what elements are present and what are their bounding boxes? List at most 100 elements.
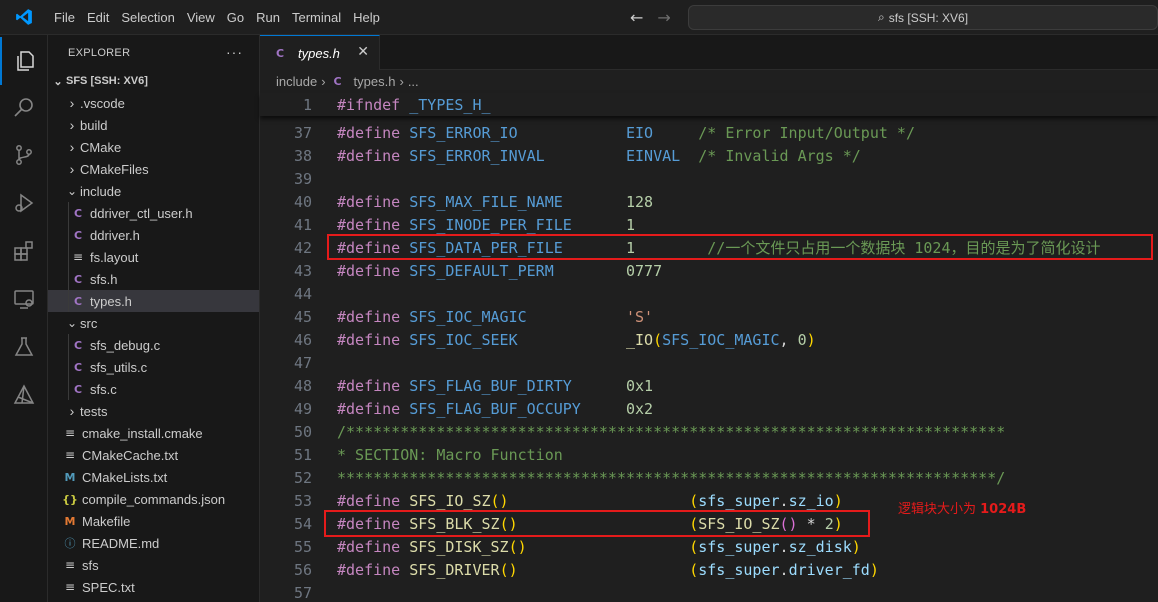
chevron-down-icon: ⌄: [66, 184, 78, 198]
tree-file[interactable]: Csfs_utils.c: [48, 356, 259, 378]
code-token: #define: [337, 560, 401, 579]
code-line[interactable]: 38 #define SFS_ERROR_INVAL EINVAL /* Inva…: [260, 144, 1158, 167]
breadcrumb-folder[interactable]: include: [276, 74, 317, 89]
file-tree: › .vscode › build › CMake › CMakeFiles ⌄ include C…: [48, 92, 259, 598]
tree-file[interactable]: ≡ CMakeCache.txt: [48, 444, 259, 466]
code-token: sz_io: [788, 491, 834, 510]
tree-file[interactable]: Cddriver.h: [48, 224, 259, 246]
code-line[interactable]: 50 /*************************************…: [260, 420, 1158, 443]
tree-file[interactable]: Csfs_debug.c: [48, 334, 259, 356]
tree-file[interactable]: Ctypes.h: [48, 290, 259, 312]
remote-explorer-icon[interactable]: [0, 275, 48, 323]
command-center-search[interactable]: ⌕ sfs [SSH: XV6]: [688, 5, 1158, 30]
menu-help[interactable]: Help: [347, 0, 386, 35]
line-source: #define SFS_IOC_SEEK _IO(SFS_IOC_MAGIC, …: [337, 331, 816, 349]
tree-folder[interactable]: › CMake: [48, 136, 259, 158]
breadcrumb-file[interactable]: types.h: [354, 74, 396, 89]
code-line[interactable]: 44: [260, 282, 1158, 305]
tree-file[interactable]: ≡ sfs: [48, 554, 259, 576]
info-icon: ⓘ: [64, 537, 76, 550]
tree-file[interactable]: Csfs.h: [48, 268, 259, 290]
tree-folder[interactable]: › CMakeFiles: [48, 158, 259, 180]
line-number: 49: [293, 399, 312, 418]
breadcrumb: include › C types.h › ...: [260, 70, 1158, 92]
tab-types-h[interactable]: C types.h ✕: [260, 35, 380, 70]
testing-icon[interactable]: [0, 323, 48, 371]
tree-file[interactable]: M Makefile: [48, 510, 259, 532]
sticky-scroll-line[interactable]: 1 #ifndef _TYPES_H_: [260, 93, 1158, 116]
menu-file[interactable]: File: [48, 0, 81, 35]
code-token: SFS_MAX_FILE_NAME: [409, 192, 563, 211]
menu-run[interactable]: Run: [250, 0, 286, 35]
tree-item-label: SPEC.txt: [82, 579, 135, 595]
code-line[interactable]: 37 #define SFS_ERROR_IO EIO /* Error Inpu…: [260, 121, 1158, 144]
menu-go[interactable]: Go: [221, 0, 250, 35]
tree-file[interactable]: M CMakeLists.txt: [48, 466, 259, 488]
code-token: sfs_super: [698, 560, 780, 579]
code-token: _TYPES_H_: [409, 95, 491, 114]
code-line[interactable]: 51 * SECTION: Macro Function: [260, 443, 1158, 466]
tree-file[interactable]: ≡ fs.layout: [48, 246, 259, 268]
code-line[interactable]: 49 #define SFS_FLAG_BUF_OCCUPY 0x2: [260, 397, 1158, 420]
code-line[interactable]: 57: [260, 581, 1158, 602]
tree-file[interactable]: Csfs.c: [48, 378, 259, 400]
line-number: 53: [293, 491, 312, 510]
tree-folder[interactable]: ⌄ include: [48, 180, 259, 202]
line-number: 1: [302, 95, 312, 114]
line-source: * SECTION: Macro Function: [337, 446, 563, 464]
menu-selection[interactable]: Selection: [115, 0, 180, 35]
code-line[interactable]: 48 #define SFS_FLAG_BUF_DIRTY 0x1: [260, 374, 1158, 397]
explorer-sidebar: EXPLORER ··· ⌄ SFS [SSH: XV6] › .vscode › b…: [48, 35, 260, 602]
code-line[interactable]: 41 #define SFS_INODE_PER_FILE 1: [260, 213, 1158, 236]
back-arrow-icon[interactable]: ←: [630, 8, 643, 27]
code-line[interactable]: 46 #define SFS_IOC_SEEK _IO(SFS_IOC_MAGIC…: [260, 328, 1158, 351]
makefile-icon: M: [64, 514, 76, 528]
code-line[interactable]: 39: [260, 167, 1158, 190]
code-token: (): [508, 537, 527, 556]
run-debug-icon[interactable]: [0, 179, 48, 227]
close-icon[interactable]: ✕: [357, 44, 369, 60]
code-line[interactable]: 52 **************************************…: [260, 466, 1158, 489]
more-actions-icon[interactable]: ···: [226, 44, 243, 60]
code-token: 1: [626, 215, 636, 234]
code-line[interactable]: 47: [260, 351, 1158, 374]
tree-item-label: README.md: [82, 535, 160, 551]
search-icon[interactable]: [0, 83, 48, 131]
tree-file[interactable]: ≡ SPEC.txt: [48, 576, 259, 598]
explorer-icon[interactable]: [0, 37, 48, 85]
tree-folder[interactable]: › .vscode: [48, 92, 259, 114]
line-number: 46: [293, 330, 312, 349]
code-line[interactable]: 40 #define SFS_MAX_FILE_NAME 128: [260, 190, 1158, 213]
code-line[interactable]: 56 #define SFS_DRIVER() (sfs_super.driver…: [260, 558, 1158, 581]
menu-view[interactable]: View: [181, 0, 221, 35]
tree-folder[interactable]: › build: [48, 114, 259, 136]
tree-folder[interactable]: ⌄ src: [48, 312, 259, 334]
tree-file[interactable]: ≡ cmake_install.cmake: [48, 422, 259, 444]
tree-file[interactable]: {} compile_commands.json: [48, 488, 259, 510]
c-file-icon: C: [333, 74, 342, 88]
code-line[interactable]: 55 #define SFS_DISK_SZ() (sfs_super.sz_di…: [260, 535, 1158, 558]
cmake-icon[interactable]: [0, 371, 48, 419]
forward-arrow-icon[interactable]: →: [657, 8, 670, 27]
c-file-icon: C: [73, 338, 83, 352]
extensions-icon[interactable]: [0, 227, 48, 275]
breadcrumb-symbol[interactable]: ...: [408, 74, 419, 89]
line-source: #define SFS_MAX_FILE_NAME 128: [337, 193, 653, 211]
line-source: #define SFS_IOC_MAGIC 'S': [337, 308, 653, 326]
tree-file[interactable]: ⓘ README.md: [48, 532, 259, 554]
menu-bar: File Edit Selection View Go Run Terminal Help: [48, 0, 386, 35]
tree-file[interactable]: Cddriver_ctl_user.h: [48, 202, 259, 224]
text-file-icon: ≡: [72, 250, 84, 264]
code-line[interactable]: 43 #define SFS_DEFAULT_PERM 0777: [260, 259, 1158, 282]
menu-edit[interactable]: Edit: [81, 0, 115, 35]
code-line[interactable]: 45 #define SFS_IOC_MAGIC 'S': [260, 305, 1158, 328]
tree-folder[interactable]: › tests: [48, 400, 259, 422]
source-control-icon[interactable]: [0, 131, 48, 179]
code-token: SFS_DISK_SZ: [409, 537, 509, 556]
menu-terminal[interactable]: Terminal: [286, 0, 347, 35]
workspace-root[interactable]: ⌄ SFS [SSH: XV6]: [48, 70, 259, 92]
